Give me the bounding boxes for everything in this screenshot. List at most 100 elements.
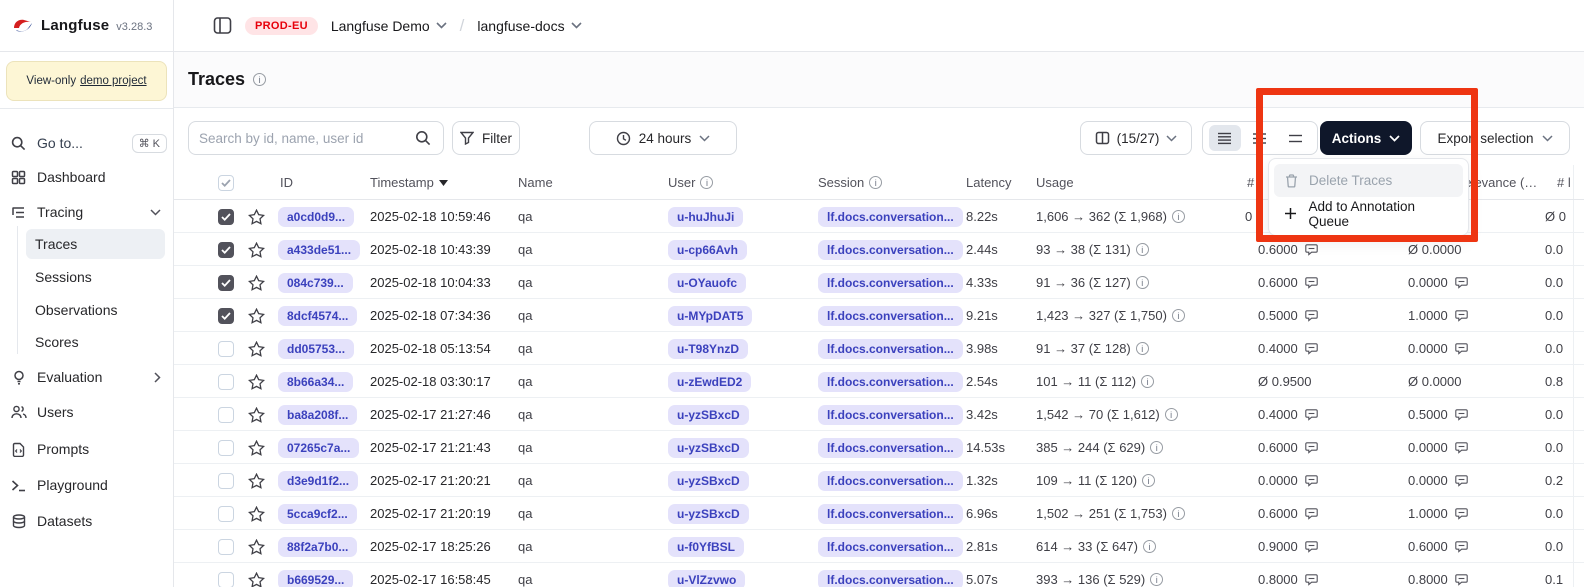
- user-badge[interactable]: u-f0YfBSL: [668, 537, 744, 557]
- trace-id-badge[interactable]: a0cd0d9...: [278, 207, 354, 227]
- header-relevance[interactable]: relevance (…: [1460, 165, 1537, 200]
- comment-bubble-icon[interactable]: [1305, 540, 1318, 553]
- favorite-star-icon[interactable]: [248, 200, 265, 233]
- row-checkbox[interactable]: [218, 275, 234, 291]
- info-icon[interactable]: i: [1142, 474, 1155, 487]
- comment-bubble-icon[interactable]: [1305, 309, 1318, 322]
- table-row[interactable]: d3e9d1f2... 2025-02-17 21:20:21 qa u-yzS…: [174, 464, 1584, 497]
- table-row[interactable]: 07265c7a... 2025-02-17 21:21:43 qa u-yzS…: [174, 431, 1584, 464]
- user-badge[interactable]: u-yzSBxcD: [668, 504, 749, 524]
- session-badge[interactable]: lf.docs.conversation...: [818, 405, 963, 425]
- trace-id-badge[interactable]: ba8a208f...: [278, 405, 357, 425]
- info-icon[interactable]: i: [1136, 243, 1149, 256]
- sidebar-item-dashboard[interactable]: Dashboard: [10, 162, 167, 192]
- session-badge[interactable]: lf.docs.conversation...: [818, 537, 963, 557]
- user-badge[interactable]: u-zEwdED2: [668, 372, 751, 392]
- user-badge[interactable]: u-yzSBxcD: [668, 438, 749, 458]
- comment-bubble-icon[interactable]: [1455, 507, 1468, 520]
- sidebar-item-prompts[interactable]: Prompts: [10, 434, 167, 464]
- table-row[interactable]: ba8a208f... 2025-02-17 21:27:46 qa u-yzS…: [174, 398, 1584, 431]
- session-badge[interactable]: lf.docs.conversation...: [818, 372, 963, 392]
- table-row[interactable]: b669529... 2025-02-17 16:58:45 qa u-VlZz…: [174, 563, 1584, 587]
- row-checkbox[interactable]: [218, 506, 234, 522]
- project-switcher[interactable]: langfuse-docs: [477, 18, 581, 34]
- session-badge[interactable]: lf.docs.conversation...: [818, 339, 963, 359]
- trace-id-badge[interactable]: 084c739...: [278, 273, 353, 293]
- info-icon[interactable]: i: [1136, 276, 1149, 289]
- comment-bubble-icon[interactable]: [1455, 573, 1468, 586]
- favorite-star-icon[interactable]: [248, 365, 265, 398]
- comment-bubble-icon[interactable]: [1305, 441, 1318, 454]
- row-checkbox[interactable]: [218, 572, 234, 587]
- user-badge[interactable]: u-T98YnzD: [668, 339, 748, 359]
- row-checkbox[interactable]: [218, 539, 234, 555]
- info-icon[interactable]: i: [1172, 309, 1185, 322]
- session-badge[interactable]: lf.docs.conversation...: [818, 504, 963, 524]
- comment-bubble-icon[interactable]: [1455, 540, 1468, 553]
- row-height-medium-button[interactable]: [1244, 125, 1276, 151]
- search-input[interactable]: [189, 131, 409, 146]
- header-usage[interactable]: Usage: [1036, 165, 1074, 200]
- row-checkbox[interactable]: [218, 341, 234, 357]
- comment-bubble-icon[interactable]: [1455, 441, 1468, 454]
- user-badge[interactable]: u-cp66Avh: [668, 240, 747, 260]
- menu-item-delete-traces[interactable]: Delete Traces: [1274, 164, 1463, 197]
- user-badge[interactable]: u-yzSBxcD: [668, 471, 749, 491]
- comment-bubble-icon[interactable]: [1455, 342, 1468, 355]
- trace-id-badge[interactable]: 8b66a34...: [278, 372, 353, 392]
- header-id[interactable]: ID: [280, 165, 293, 200]
- export-selection-button[interactable]: Export selection: [1420, 121, 1570, 155]
- favorite-star-icon[interactable]: [248, 266, 265, 299]
- session-badge[interactable]: lf.docs.conversation...: [818, 438, 963, 458]
- goto-search[interactable]: Go to... ⌘ K: [10, 128, 167, 158]
- trace-id-badge[interactable]: 8dcf4574...: [278, 306, 357, 326]
- table-row[interactable]: 88f2a7b0... 2025-02-17 18:25:26 qa u-f0Y…: [174, 530, 1584, 563]
- comment-bubble-icon[interactable]: [1305, 276, 1318, 289]
- favorite-star-icon[interactable]: [248, 530, 265, 563]
- comment-bubble-icon[interactable]: [1305, 342, 1318, 355]
- header-timestamp[interactable]: Timestamp: [370, 165, 448, 200]
- table-row[interactable]: 5cca9cf2... 2025-02-17 21:20:19 qa u-yzS…: [174, 497, 1584, 530]
- sidebar-item-users[interactable]: Users: [10, 397, 167, 427]
- trace-id-badge[interactable]: 5cca9cf2...: [278, 504, 357, 524]
- trace-id-badge[interactable]: b669529...: [278, 570, 353, 587]
- user-badge[interactable]: u-OYauofc: [668, 273, 746, 293]
- row-checkbox[interactable]: [218, 242, 234, 258]
- favorite-star-icon[interactable]: [248, 233, 265, 266]
- favorite-star-icon[interactable]: [248, 563, 265, 587]
- comment-bubble-icon[interactable]: [1305, 243, 1318, 256]
- comment-bubble-icon[interactable]: [1305, 573, 1318, 586]
- header-session[interactable]: Session i: [818, 165, 882, 200]
- favorite-star-icon[interactable]: [248, 332, 265, 365]
- trace-id-badge[interactable]: a433de51...: [278, 240, 360, 260]
- row-checkbox[interactable]: [218, 374, 234, 390]
- info-icon[interactable]: i: [1172, 210, 1185, 223]
- table-row[interactable]: 8dcf4574... 2025-02-18 07:34:36 qa u-MYp…: [174, 299, 1584, 332]
- comment-bubble-icon[interactable]: [1305, 474, 1318, 487]
- info-icon[interactable]: i: [1150, 573, 1163, 586]
- favorite-star-icon[interactable]: [248, 431, 265, 464]
- filter-button[interactable]: Filter: [452, 121, 520, 155]
- favorite-star-icon[interactable]: [248, 497, 265, 530]
- sidebar-item-evaluation[interactable]: Evaluation: [10, 362, 167, 392]
- session-badge[interactable]: lf.docs.conversation...: [818, 471, 963, 491]
- actions-button[interactable]: Actions: [1320, 121, 1412, 155]
- org-switcher[interactable]: Langfuse Demo: [331, 18, 447, 34]
- info-icon[interactable]: i: [1136, 342, 1149, 355]
- info-icon[interactable]: i: [1165, 408, 1178, 421]
- user-badge[interactable]: u-VlZzvwo: [668, 570, 745, 587]
- info-icon[interactable]: i: [1143, 540, 1156, 553]
- sidebar-item-datasets[interactable]: Datasets: [10, 506, 167, 536]
- sidebar-item-playground[interactable]: Playground: [10, 470, 167, 500]
- info-icon[interactable]: i: [1141, 375, 1154, 388]
- favorite-star-icon[interactable]: [248, 464, 265, 497]
- session-badge[interactable]: lf.docs.conversation...: [818, 273, 963, 293]
- select-all-checkbox[interactable]: [218, 175, 234, 191]
- info-icon[interactable]: i: [1172, 507, 1185, 520]
- sidebar-toggle-icon[interactable]: [213, 16, 232, 35]
- session-badge[interactable]: lf.docs.conversation...: [818, 240, 963, 260]
- comment-bubble-icon[interactable]: [1455, 408, 1468, 421]
- comment-bubble-icon[interactable]: [1305, 507, 1318, 520]
- session-badge[interactable]: lf.docs.conversation...: [818, 570, 963, 587]
- header-latency[interactable]: Latency: [966, 165, 1012, 200]
